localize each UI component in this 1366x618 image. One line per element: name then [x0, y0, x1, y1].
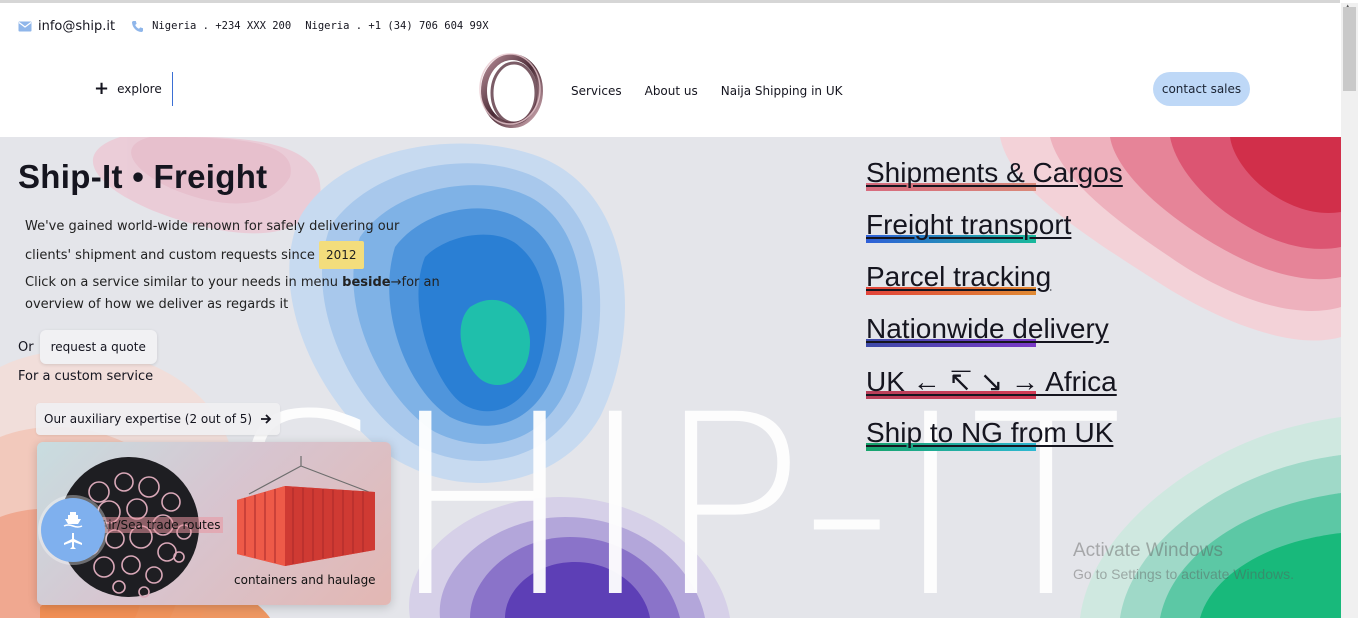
- service-hint: Click on a service similar to your needs…: [25, 272, 445, 316]
- service-item[interactable]: Parcel tracking: [866, 261, 1123, 313]
- or-label: Or: [18, 339, 34, 355]
- main-nav: Services About us Naija Shipping in UK: [571, 84, 843, 98]
- service-label: Shipments & Cargos: [866, 157, 1123, 188]
- explore-button[interactable]: + explore: [94, 72, 173, 106]
- nav-services[interactable]: Services: [571, 84, 622, 98]
- contact-bar: info@ship.it Nigeria . +234 XXX 200 Nige…: [18, 16, 489, 36]
- explore-label: explore: [117, 82, 162, 96]
- vertical-scrollbar[interactable]: ▲: [1341, 3, 1358, 618]
- activate-subtitle: Go to Settings to activate Windows.: [1073, 566, 1294, 582]
- nav-naija-shipping-uk[interactable]: Naija Shipping in UK: [721, 84, 843, 98]
- contact-email-link[interactable]: info@ship.it: [38, 19, 115, 34]
- service-hint-pre: Click on a service similar to your needs…: [25, 275, 339, 290]
- trade-routes-label: Air/Sea trade routes: [97, 517, 224, 533]
- arrow-right-icon: [261, 414, 272, 424]
- transport-mode-button[interactable]: [41, 498, 105, 562]
- contact-sales-button[interactable]: contact sales: [1153, 72, 1250, 106]
- service-label: Nationwide delivery: [866, 313, 1109, 344]
- year-badge: 2012: [319, 241, 364, 269]
- request-quote-button[interactable]: request a quote: [39, 330, 157, 364]
- service-item[interactable]: Nationwide delivery: [866, 313, 1123, 365]
- phone-nigeria-1[interactable]: Nigeria . +234 XXX 200: [152, 20, 291, 32]
- service-item[interactable]: UK ← ↸ ↘ → Africa: [866, 365, 1123, 417]
- phone-nigeria-2[interactable]: Nigeria . +1 (34) 706 604 99X: [305, 20, 488, 32]
- shipping-container-image: [237, 456, 375, 566]
- nav-about-us[interactable]: About us: [645, 84, 698, 98]
- page-title: Ship-It • Freight: [18, 158, 268, 195]
- plane-icon: [64, 533, 82, 549]
- service-label: UK ← ↸ ↘ → Africa: [866, 366, 1117, 397]
- service-label: Parcel tracking: [866, 261, 1052, 292]
- service-item[interactable]: Ship to NG from UK: [866, 417, 1123, 469]
- logo[interactable]: [476, 52, 548, 130]
- page: info@ship.it Nigeria . +234 XXX 200 Nige…: [0, 0, 1366, 618]
- auxiliary-expertise-label: Our auxiliary expertise (2 out of 5): [44, 412, 253, 426]
- containers-label: containers and haulage: [234, 573, 376, 587]
- auxiliary-expertise-button[interactable]: Our auxiliary expertise (2 out of 5): [36, 403, 281, 435]
- activate-windows-watermark: Activate Windows Go to Settings to activ…: [1073, 540, 1294, 582]
- mail-icon: [18, 21, 32, 31]
- services-menu: Shipments & Cargos Freight transport Parce…: [866, 157, 1123, 469]
- top-divider: [0, 0, 1340, 3]
- hero-section: SHIP-IT Ship-It • Freight We've gained w…: [0, 137, 1341, 618]
- service-label: Ship to NG from UK: [866, 417, 1114, 448]
- phone-icon: [132, 20, 144, 32]
- service-item[interactable]: Shipments & Cargos: [866, 157, 1123, 209]
- custom-service-label: For a custom service: [18, 369, 154, 384]
- service-item[interactable]: Freight transport: [866, 209, 1123, 261]
- service-hint-bold: beside: [342, 275, 391, 290]
- scroll-thumb[interactable]: [1343, 7, 1356, 91]
- ship-icon: [63, 512, 83, 528]
- activate-title: Activate Windows: [1073, 540, 1223, 561]
- plus-icon: +: [94, 77, 110, 99]
- service-label: Freight transport: [866, 209, 1072, 240]
- intro-paragraph: We've gained world-wide renown for safel…: [25, 213, 445, 270]
- quote-row: Or request a quote: [18, 330, 157, 364]
